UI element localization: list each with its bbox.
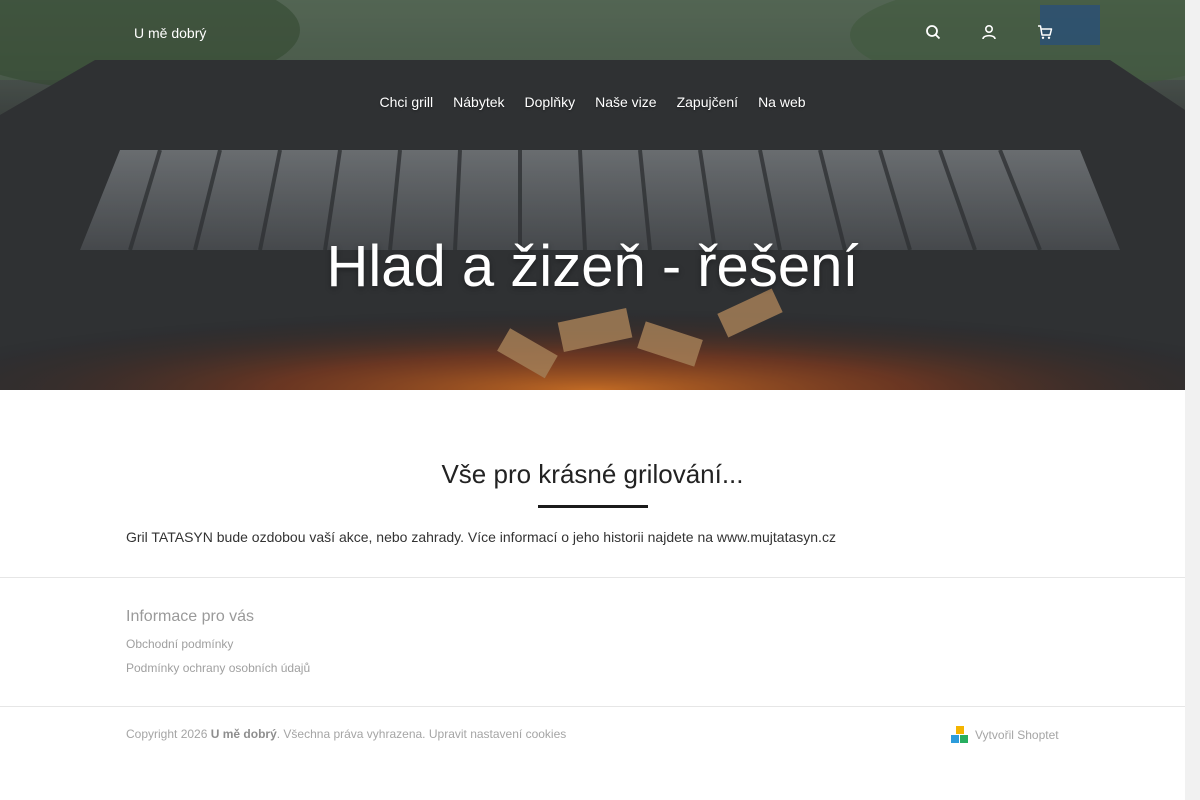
nav-item-doplnky[interactable]: Doplňky — [525, 93, 576, 111]
nav-item-na-web[interactable]: Na web — [758, 93, 805, 111]
cart-icon[interactable] — [1033, 20, 1057, 44]
footer-link-privacy[interactable]: Podmínky ochrany osobních údajů — [126, 660, 310, 676]
nav-item-chci-grill[interactable]: Chci grill — [379, 93, 433, 111]
nav-item-nase-vize[interactable]: Naše vize — [595, 93, 656, 111]
main-navigation: Chci grill Nábytek Doplňky Naše vize Zap… — [0, 93, 1185, 111]
copyright-line: Copyright 2026 U mě dobrý. Všechna práva… — [126, 726, 566, 742]
shoptet-credit-text: Vytvořil Shoptet — [975, 728, 1059, 742]
title-underline — [538, 505, 648, 508]
hero-title: Hlad a žizeň - řešení — [326, 234, 859, 299]
section-title: Vše pro krásné grilování... — [441, 459, 744, 489]
shoptet-logo-icon — [951, 726, 968, 743]
nav-item-zapujceni[interactable]: Zapujčení — [677, 93, 738, 111]
intro-text: Gril TATASYN bude ozdobou vaší akce, neb… — [126, 529, 836, 545]
footer-link-terms[interactable]: Obchodní podmínky — [126, 636, 233, 652]
footer-divider-bottom — [0, 706, 1185, 707]
shoptet-credit-link[interactable]: Vytvořil Shoptet — [951, 726, 1059, 744]
cookie-settings-link[interactable]: Upravit nastavení cookies — [429, 727, 566, 741]
copyright-prefix: Copyright 2026 — [126, 727, 208, 741]
rights-text: . Všechna práva vyhrazena. — [276, 727, 426, 741]
hero-banner: U mě dobrý Chci grill Nábytek Doplňky Na… — [0, 0, 1185, 390]
grill-photo-background — [0, 0, 1185, 390]
page-scrollbar[interactable] — [1185, 0, 1200, 800]
site-logo[interactable]: U mě dobrý — [134, 24, 206, 42]
footer-info-heading: Informace pro vás — [126, 608, 255, 625]
nav-item-nabytek[interactable]: Nábytek — [453, 93, 504, 111]
footer-divider-top — [0, 577, 1185, 578]
user-icon[interactable] — [977, 20, 1001, 44]
company-name: U mě dobrý — [210, 727, 277, 741]
search-icon[interactable] — [921, 20, 945, 44]
